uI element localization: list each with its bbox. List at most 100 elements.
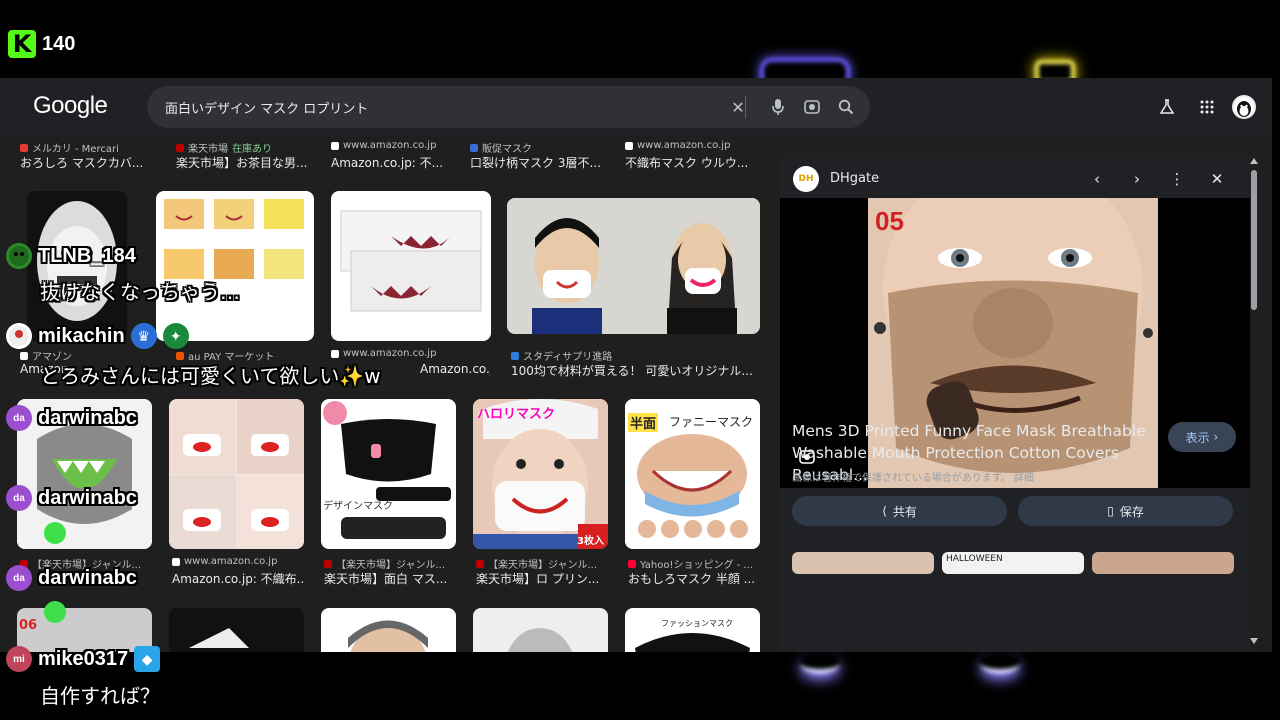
chat-username: TLNB_184 xyxy=(38,244,136,267)
result-title[interactable]: 楽天市場】お茶目な男... xyxy=(176,154,316,171)
chat-user: mi mike0317 ◆ xyxy=(6,646,161,672)
result-thumbnail[interactable]: ファッションマスク xyxy=(625,608,760,652)
result-title[interactable]: 口裂け柄マスク 3層不... xyxy=(470,154,610,171)
sparkle-badge-icon: ✦ xyxy=(162,323,189,349)
result-source[interactable]: メルカリ - Mercari xyxy=(20,140,119,155)
chat-username: mikachin xyxy=(38,324,125,347)
result-source[interactable]: Yahoo!ショッピング - ... xyxy=(628,556,753,571)
chat-message: 抜けなくなっちゃう… xyxy=(40,280,240,304)
result-thumbnail[interactable] xyxy=(473,608,608,652)
result-title[interactable]: Amazon.co.jp: 不織布... xyxy=(172,570,304,587)
chat-user: TLNB_184 xyxy=(6,243,136,269)
image-number: 05 xyxy=(875,206,904,236)
result-thumbnail[interactable] xyxy=(321,608,456,652)
result-source[interactable]: 【楽天市場】ジャンル... xyxy=(476,556,597,571)
user-avatar: da xyxy=(6,405,32,431)
site-name[interactable]: DHgate xyxy=(830,171,879,186)
result-thumbnail[interactable] xyxy=(156,191,314,341)
copyright-note: 画像は著作権で保護されている場合があります。 詳細 xyxy=(792,473,1034,484)
chat-username: darwinabc xyxy=(38,406,137,429)
user-avatar: da xyxy=(6,565,32,591)
viewer-count-badge: K 140 xyxy=(8,30,75,58)
search-header: Google 面白いデザイン マスク ロプリント ✕ xyxy=(0,78,1272,136)
result-source[interactable]: www.amazon.co.jp xyxy=(172,556,277,567)
apps-grid-icon[interactable] xyxy=(1196,96,1218,118)
search-divider xyxy=(745,96,746,118)
frog-emote-icon xyxy=(44,522,66,544)
result-source[interactable]: www.amazon.co.jp xyxy=(331,140,436,151)
result-source[interactable]: www.amazon.co.jp xyxy=(331,348,436,359)
chat-message: 自作すれば？ xyxy=(40,684,160,708)
result-title[interactable]: Amazon.co.jp:... xyxy=(420,362,490,376)
thumb-caption: 06 xyxy=(19,618,38,633)
chat-user: mikachin ♛ ✦ xyxy=(6,323,189,349)
result-source[interactable]: www.amazon.co.jp xyxy=(625,140,730,151)
chat-user: da darwinabc xyxy=(6,565,137,591)
result-thumbnail[interactable] xyxy=(169,608,304,652)
user-avatar xyxy=(6,243,32,269)
result-title[interactable]: おろしろ マスクカバ... xyxy=(20,154,150,171)
lens-icon[interactable] xyxy=(801,96,823,118)
result-thumbnail[interactable]: 半面 ファニーマスク xyxy=(625,399,760,549)
bookmark-icon: ▯ xyxy=(1107,504,1114,518)
cube-badge-icon: ◆ xyxy=(134,646,161,672)
close-icon[interactable]: ✕ xyxy=(1206,168,1228,190)
chat-user: da darwinabc xyxy=(6,405,137,431)
kick-logo-icon: K xyxy=(8,30,36,58)
result-source[interactable]: スタディサプリ進路 xyxy=(511,348,612,363)
user-avatar: da xyxy=(6,485,32,511)
thumb-caption: 3枚入 xyxy=(577,536,604,547)
thumb-caption: ファニーマスク xyxy=(669,415,754,429)
result-thumbnail[interactable] xyxy=(169,399,304,549)
result-thumbnail[interactable]: デザインマスク xyxy=(321,399,456,549)
thumb-caption: デザインマスク xyxy=(323,501,393,512)
chat-user: da darwinabc xyxy=(6,485,137,511)
related-images: HALLOWEEN xyxy=(792,552,1238,574)
share-button[interactable]: ⟨ 共有 xyxy=(792,496,1007,526)
more-options-icon[interactable]: ⋮ xyxy=(1166,168,1188,190)
result-source[interactable]: 楽天市場 在庫あり xyxy=(176,140,272,155)
result-thumbnail[interactable] xyxy=(331,191,491,341)
chat-username: darwinabc xyxy=(38,566,137,589)
visit-button[interactable]: 表示 › xyxy=(1168,422,1236,452)
thumb-caption: ファッションマスク xyxy=(661,619,733,628)
result-source[interactable]: 【楽天市場】ジャンル... xyxy=(324,556,445,571)
share-icon: ⟨ xyxy=(882,504,887,518)
result-thumbnail[interactable] xyxy=(507,198,760,334)
search-box[interactable]: 面白いデザイン マスク ロプリント ✕ xyxy=(147,86,870,128)
related-image[interactable]: HALLOWEEN xyxy=(942,552,1084,574)
panel-scrollbar[interactable] xyxy=(1250,158,1258,644)
user-avatar xyxy=(6,323,32,349)
previous-icon[interactable]: ‹ xyxy=(1086,168,1108,190)
related-image[interactable] xyxy=(792,552,934,574)
result-title[interactable]: おもしろマスク 半顔 ... xyxy=(628,570,758,587)
account-avatar[interactable] xyxy=(1232,95,1256,119)
result-source[interactable]: 販促マスク xyxy=(470,140,532,155)
save-button[interactable]: ▯ 保存 xyxy=(1018,496,1233,526)
site-logo[interactable]: DH xyxy=(793,166,819,192)
search-input[interactable]: 面白いデザイン マスク ロプリント xyxy=(165,98,368,117)
labs-flask-icon[interactable] xyxy=(1156,96,1178,118)
crown-badge-icon: ♛ xyxy=(130,323,157,349)
result-title[interactable]: 楽天市場】面白 マス... xyxy=(324,570,456,587)
result-thumbnail[interactable]: ハロリマスク 3枚入 xyxy=(473,399,608,549)
google-logo[interactable]: Google xyxy=(33,92,108,120)
thumb-caption: 半面 xyxy=(628,413,659,432)
result-title[interactable]: 楽天市場】ロ プリン... xyxy=(476,570,608,587)
chat-message: とろみさんには可愛くいて欲しい✨w xyxy=(40,364,381,388)
next-icon[interactable]: › xyxy=(1126,168,1148,190)
result-title[interactable]: 不織布マスク ウルウ... xyxy=(625,154,755,171)
thumb-caption: ハロリマスク xyxy=(477,407,556,422)
viewer-count: 140 xyxy=(42,32,76,55)
search-icon[interactable] xyxy=(835,96,857,118)
neon-decoration-bottom-left xyxy=(800,652,840,674)
user-avatar: mi xyxy=(6,646,32,672)
chat-username: mike0317 xyxy=(38,647,129,670)
chat-username: darwinabc xyxy=(38,486,137,509)
result-title[interactable]: Amazon.co.jp: 不... xyxy=(331,154,471,171)
frog-emote-icon xyxy=(44,601,66,623)
image-preview-panel: DH DHgate ‹ › ⋮ ✕ 05 Mens 3D Printed Fun… xyxy=(780,156,1250,652)
microphone-icon[interactable] xyxy=(767,96,789,118)
related-image[interactable] xyxy=(1092,552,1234,574)
result-title[interactable]: 100均で材料が買える！ 可愛いオリジナル... xyxy=(511,362,756,379)
